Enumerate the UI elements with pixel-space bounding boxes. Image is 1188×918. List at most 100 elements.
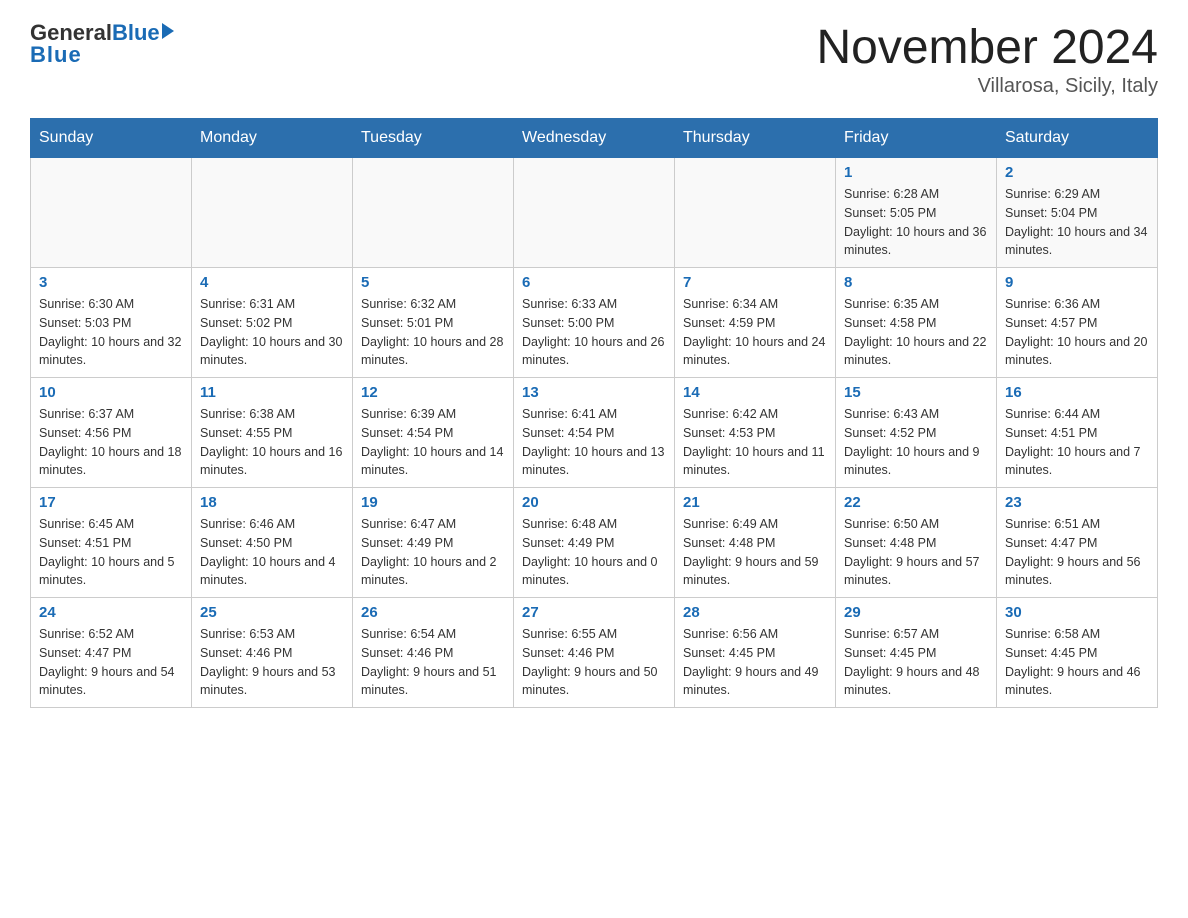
calendar-cell: 10 Sunrise: 6:37 AMSunset: 4:56 PMDayligh… bbox=[31, 378, 192, 488]
day-number: 28 bbox=[683, 604, 827, 621]
calendar-cell: 8 Sunrise: 6:35 AMSunset: 4:58 PMDaylight… bbox=[836, 268, 997, 378]
day-info: Sunrise: 6:31 AMSunset: 5:02 PMDaylight:… bbox=[200, 295, 344, 370]
day-info: Sunrise: 6:45 AMSunset: 4:51 PMDaylight:… bbox=[39, 515, 183, 590]
calendar-cell: 2Sunrise: 6:29 AMSunset: 5:04 PMDaylight… bbox=[997, 158, 1158, 268]
day-info: Sunrise: 6:52 AMSunset: 4:47 PMDaylight:… bbox=[39, 625, 183, 700]
day-info: Sunrise: 6:48 AMSunset: 4:49 PMDaylight:… bbox=[522, 515, 666, 590]
day-number: 16 bbox=[1005, 384, 1149, 401]
day-info: Sunrise: 6:58 AMSunset: 4:45 PMDaylight:… bbox=[1005, 625, 1149, 700]
calendar-cell: 4 Sunrise: 6:31 AMSunset: 5:02 PMDaylight… bbox=[192, 268, 353, 378]
day-info: Sunrise: 6:49 AMSunset: 4:48 PMDaylight:… bbox=[683, 515, 827, 590]
day-info: Sunrise: 6:42 AMSunset: 4:53 PMDaylight:… bbox=[683, 405, 827, 480]
day-number: 21 bbox=[683, 494, 827, 511]
day-number: 25 bbox=[200, 604, 344, 621]
day-info: Sunrise: 6:38 AMSunset: 4:55 PMDaylight:… bbox=[200, 405, 344, 480]
day-info: Sunrise: 6:34 AMSunset: 4:59 PMDaylight:… bbox=[683, 295, 827, 370]
calendar-cell: 6 Sunrise: 6:33 AMSunset: 5:00 PMDaylight… bbox=[514, 268, 675, 378]
day-number: 4 bbox=[200, 274, 344, 291]
calendar-cell bbox=[353, 158, 514, 268]
day-number: 1 bbox=[844, 164, 988, 181]
page-header: General Blue Blue November 2024 Villaros… bbox=[30, 20, 1158, 98]
day-number: 23 bbox=[1005, 494, 1149, 511]
day-info: Sunrise: 6:35 AMSunset: 4:58 PMDaylight:… bbox=[844, 295, 988, 370]
day-info: Sunrise: 6:46 AMSunset: 4:50 PMDaylight:… bbox=[200, 515, 344, 590]
weekday-header: Saturday bbox=[997, 119, 1158, 158]
calendar-cell: 12Sunrise: 6:39 AMSunset: 4:54 PMDayligh… bbox=[353, 378, 514, 488]
day-number: 18 bbox=[200, 494, 344, 511]
day-number: 12 bbox=[361, 384, 505, 401]
day-number: 13 bbox=[522, 384, 666, 401]
weekday-header: Monday bbox=[192, 119, 353, 158]
calendar-week-row: 3 Sunrise: 6:30 AMSunset: 5:03 PMDaylight… bbox=[31, 268, 1158, 378]
day-info: Sunrise: 6:44 AMSunset: 4:51 PMDaylight:… bbox=[1005, 405, 1149, 480]
day-info: Sunrise: 6:41 AMSunset: 4:54 PMDaylight:… bbox=[522, 405, 666, 480]
calendar-cell: 22 Sunrise: 6:50 AMSunset: 4:48 PMDayligh… bbox=[836, 488, 997, 598]
day-info: Sunrise: 6:51 AMSunset: 4:47 PMDaylight:… bbox=[1005, 515, 1149, 590]
day-number: 14 bbox=[683, 384, 827, 401]
month-title: November 2024 bbox=[816, 20, 1158, 75]
day-info: Sunrise: 6:33 AMSunset: 5:00 PMDaylight:… bbox=[522, 295, 666, 370]
calendar-cell bbox=[675, 158, 836, 268]
day-info: Sunrise: 6:28 AMSunset: 5:05 PMDaylight:… bbox=[844, 185, 988, 260]
location: Villarosa, Sicily, Italy bbox=[816, 75, 1158, 98]
weekday-header: Friday bbox=[836, 119, 997, 158]
day-number: 3 bbox=[39, 274, 183, 291]
day-number: 19 bbox=[361, 494, 505, 511]
weekday-header: Wednesday bbox=[514, 119, 675, 158]
calendar-week-row: 24Sunrise: 6:52 AMSunset: 4:47 PMDayligh… bbox=[31, 598, 1158, 708]
day-number: 10 bbox=[39, 384, 183, 401]
day-number: 22 bbox=[844, 494, 988, 511]
day-info: Sunrise: 6:29 AMSunset: 5:04 PMDaylight:… bbox=[1005, 185, 1149, 260]
day-number: 11 bbox=[200, 384, 344, 401]
day-info: Sunrise: 6:57 AMSunset: 4:45 PMDaylight:… bbox=[844, 625, 988, 700]
calendar-table: SundayMondayTuesdayWednesdayThursdayFrid… bbox=[30, 118, 1158, 708]
day-number: 30 bbox=[1005, 604, 1149, 621]
calendar-cell: 20 Sunrise: 6:48 AMSunset: 4:49 PMDayligh… bbox=[514, 488, 675, 598]
day-number: 5 bbox=[361, 274, 505, 291]
weekday-header: Sunday bbox=[31, 119, 192, 158]
calendar-cell: 24Sunrise: 6:52 AMSunset: 4:47 PMDayligh… bbox=[31, 598, 192, 708]
logo: General Blue Blue bbox=[30, 20, 174, 68]
day-info: Sunrise: 6:50 AMSunset: 4:48 PMDaylight:… bbox=[844, 515, 988, 590]
day-info: Sunrise: 6:43 AMSunset: 4:52 PMDaylight:… bbox=[844, 405, 988, 480]
day-info: Sunrise: 6:37 AMSunset: 4:56 PMDaylight:… bbox=[39, 405, 183, 480]
calendar-cell: 21 Sunrise: 6:49 AMSunset: 4:48 PMDayligh… bbox=[675, 488, 836, 598]
calendar-cell: 30 Sunrise: 6:58 AMSunset: 4:45 PMDayligh… bbox=[997, 598, 1158, 708]
calendar-cell bbox=[31, 158, 192, 268]
day-number: 7 bbox=[683, 274, 827, 291]
day-number: 15 bbox=[844, 384, 988, 401]
weekday-header: Tuesday bbox=[353, 119, 514, 158]
weekday-header: Thursday bbox=[675, 119, 836, 158]
day-info: Sunrise: 6:56 AMSunset: 4:45 PMDaylight:… bbox=[683, 625, 827, 700]
day-number: 6 bbox=[522, 274, 666, 291]
calendar-cell: 14 Sunrise: 6:42 AMSunset: 4:53 PMDayligh… bbox=[675, 378, 836, 488]
calendar-cell: 7 Sunrise: 6:34 AMSunset: 4:59 PMDaylight… bbox=[675, 268, 836, 378]
day-info: Sunrise: 6:54 AMSunset: 4:46 PMDaylight:… bbox=[361, 625, 505, 700]
calendar-cell: 25 Sunrise: 6:53 AMSunset: 4:46 PMDayligh… bbox=[192, 598, 353, 708]
calendar-cell: 3 Sunrise: 6:30 AMSunset: 5:03 PMDaylight… bbox=[31, 268, 192, 378]
calendar-week-row: 10 Sunrise: 6:37 AMSunset: 4:56 PMDayligh… bbox=[31, 378, 1158, 488]
calendar-cell: 28 Sunrise: 6:56 AMSunset: 4:45 PMDayligh… bbox=[675, 598, 836, 708]
calendar-cell: 23 Sunrise: 6:51 AMSunset: 4:47 PMDayligh… bbox=[997, 488, 1158, 598]
calendar-cell: 1 Sunrise: 6:28 AMSunset: 5:05 PMDaylight… bbox=[836, 158, 997, 268]
calendar-cell: 13 Sunrise: 6:41 AMSunset: 4:54 PMDayligh… bbox=[514, 378, 675, 488]
calendar-cell: 18 Sunrise: 6:46 AMSunset: 4:50 PMDayligh… bbox=[192, 488, 353, 598]
calendar-cell: 9 Sunrise: 6:36 AMSunset: 4:57 PMDaylight… bbox=[997, 268, 1158, 378]
day-number: 26 bbox=[361, 604, 505, 621]
calendar-cell: 19 Sunrise: 6:47 AMSunset: 4:49 PMDayligh… bbox=[353, 488, 514, 598]
logo-blue-text: Blue bbox=[112, 20, 160, 46]
calendar-cell: 26 Sunrise: 6:54 AMSunset: 4:46 PMDayligh… bbox=[353, 598, 514, 708]
day-info: Sunrise: 6:53 AMSunset: 4:46 PMDaylight:… bbox=[200, 625, 344, 700]
day-info: Sunrise: 6:36 AMSunset: 4:57 PMDaylight:… bbox=[1005, 295, 1149, 370]
day-info: Sunrise: 6:47 AMSunset: 4:49 PMDaylight:… bbox=[361, 515, 505, 590]
day-info: Sunrise: 6:55 AMSunset: 4:46 PMDaylight:… bbox=[522, 625, 666, 700]
day-number: 17 bbox=[39, 494, 183, 511]
calendar-cell: 11 Sunrise: 6:38 AMSunset: 4:55 PMDayligh… bbox=[192, 378, 353, 488]
day-number: 29 bbox=[844, 604, 988, 621]
logo-arrow-icon bbox=[162, 23, 174, 39]
day-number: 9 bbox=[1005, 274, 1149, 291]
day-number: 20 bbox=[522, 494, 666, 511]
day-info: Sunrise: 6:32 AMSunset: 5:01 PMDaylight:… bbox=[361, 295, 505, 370]
day-number: 8 bbox=[844, 274, 988, 291]
day-info: Sunrise: 6:30 AMSunset: 5:03 PMDaylight:… bbox=[39, 295, 183, 370]
